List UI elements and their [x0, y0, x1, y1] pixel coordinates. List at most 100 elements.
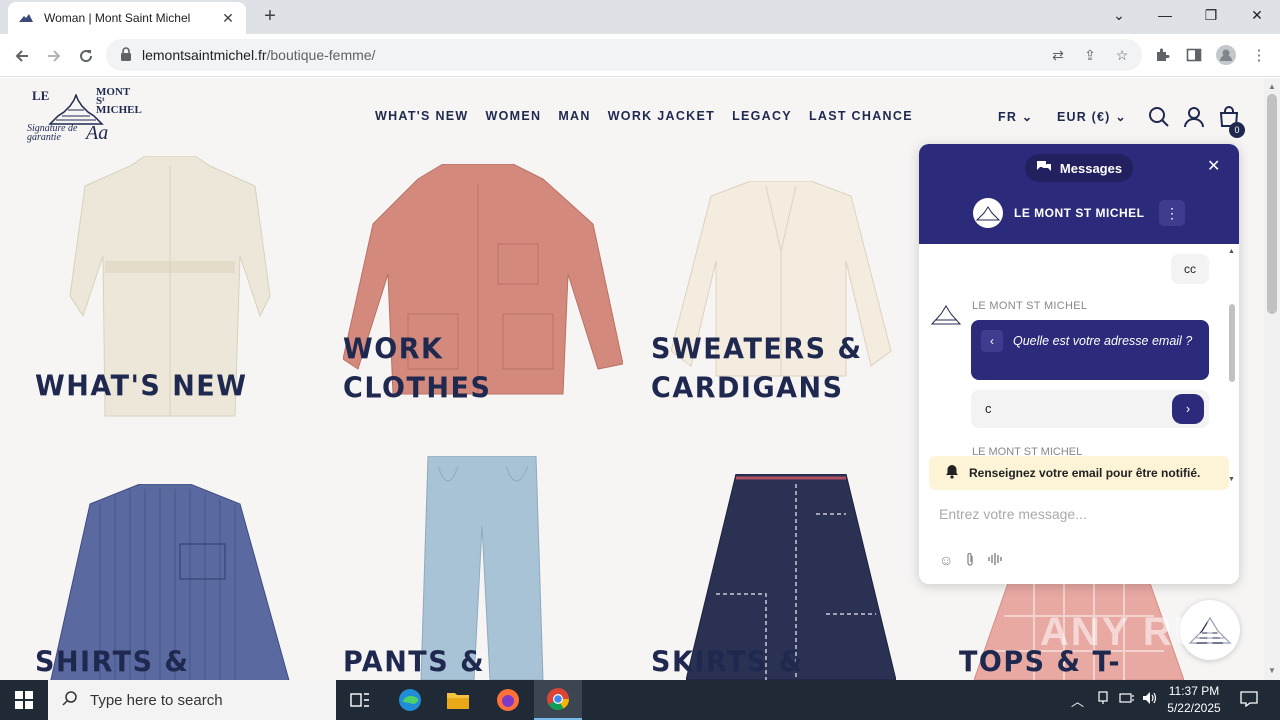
scrollbar-thumb[interactable] [1267, 94, 1277, 314]
chat-scroll-down-icon[interactable]: ▼ [1228, 476, 1235, 483]
category-card-whats-new[interactable]: WHAT'S NEW [30, 156, 310, 426]
page-scrollbar[interactable]: ▲ ▼ [1264, 78, 1280, 680]
start-button[interactable] [0, 680, 48, 720]
system-clock[interactable]: 11:37 PM 5/22/2025 [1160, 683, 1228, 717]
reload-button[interactable] [72, 42, 100, 70]
new-tab-button[interactable]: + [258, 4, 282, 28]
translate-icon[interactable]: ⇄ [1048, 45, 1068, 65]
currency-selector[interactable]: EUR (€) ⌄ [1057, 109, 1127, 124]
category-title-line: SWEATERS & [651, 333, 863, 366]
share-icon[interactable]: ⇪ [1080, 45, 1100, 65]
nav-whats-new[interactable]: WHAT'S NEW [375, 109, 469, 123]
edge-icon[interactable] [386, 680, 434, 720]
file-explorer-icon[interactable] [434, 680, 482, 720]
restore-button[interactable]: ❐ [1188, 0, 1234, 30]
search-icon[interactable] [1148, 106, 1170, 128]
account-icon[interactable] [1183, 106, 1205, 128]
browser-tab[interactable]: Woman | Mont Saint Michel ✕ [8, 2, 246, 34]
chat-scroll-up-icon[interactable]: ▲ [1228, 248, 1235, 255]
tray-overflow-icon[interactable]: ︿ [1071, 691, 1084, 710]
clock-time: 11:37 PM [1168, 684, 1220, 698]
more-options-icon[interactable]: ⋮ [1159, 200, 1185, 226]
category-card-skirts[interactable]: SKIRTS & [646, 456, 926, 680]
chat-brand-name: LE MONT ST MICHEL [1014, 206, 1145, 220]
category-label: SWEATERS & CARDIGANS [651, 330, 863, 408]
menu-icon[interactable]: ⋮ [1248, 44, 1270, 66]
tab-close-icon[interactable]: ✕ [220, 10, 236, 27]
chat-messages: cc LE MONT ST MICHEL Quelle est votre ad… [919, 244, 1239, 484]
chat-scrollbar[interactable]: ▲ ▼ [1227, 248, 1237, 484]
close-window-button[interactable]: ✕ [1234, 0, 1280, 30]
category-card-sweaters-cardigans[interactable]: SWEATERS & CARDIGANS [646, 156, 926, 426]
chevron-down-icon: ⌄ [1115, 110, 1127, 124]
email-reply-value: c [985, 401, 992, 416]
site-header: LE MONT Sᵗ MICHEL Signature de garantie … [0, 78, 1264, 154]
chevron-left-icon[interactable]: ‹ [981, 330, 1003, 352]
send-reply-button[interactable]: › [1172, 394, 1204, 424]
search-icon [62, 690, 78, 711]
logo-mark: Aa [86, 122, 109, 144]
site-logo[interactable]: LE MONT Sᵗ MICHEL Signature de garantie … [26, 86, 142, 148]
close-chat-icon[interactable]: ✕ [1207, 156, 1220, 176]
nav-women[interactable]: WOMEN [486, 109, 542, 123]
address-bar[interactable]: lemontsaintmichel.fr /boutique-femme/ ⇄ … [106, 39, 1142, 71]
emoji-icon[interactable]: ☺ [939, 552, 953, 570]
firefox-icon[interactable] [484, 680, 532, 720]
windows-taskbar: Type here to search ︿ 11:37 PM 5/22/2025 [0, 680, 1280, 720]
taskbar-search[interactable]: Type here to search [48, 680, 336, 720]
user-message-bubble: cc [1171, 254, 1209, 284]
scroll-up-arrow-icon[interactable]: ▲ [1268, 82, 1276, 91]
brand-avatar [973, 198, 1003, 228]
site-favicon-icon [18, 13, 34, 23]
voice-message-icon[interactable] [987, 552, 1003, 570]
tab-search-icon[interactable]: ⌄ [1096, 0, 1142, 30]
category-label: WORK CLOTHES [343, 330, 491, 408]
chat-toolbar: ☺ [939, 552, 1003, 570]
chat-widget: Messages ✕ LE MONT ST MICHEL ⋮ cc LE MON… [919, 144, 1239, 584]
logo-signature-text: Signature de garantie [27, 123, 78, 143]
chrome-icon[interactable] [534, 680, 582, 720]
chat-message-input[interactable]: Entrez votre message... [939, 506, 1087, 522]
category-title-line: CLOTHES [343, 372, 492, 405]
category-title-line: PANTS & [343, 646, 486, 679]
profile-icon[interactable] [1215, 44, 1237, 66]
nav-last-chance[interactable]: LAST CHANCE [809, 109, 913, 123]
bot-question-text: Quelle est votre adresse email ? [1013, 334, 1193, 348]
category-card-work-clothes[interactable]: WORK CLOTHES [338, 156, 623, 426]
category-label: SKIRTS & [651, 643, 804, 680]
notify-banner: Renseignez votre email pour être notifié… [929, 456, 1229, 490]
back-button[interactable] [8, 42, 36, 70]
category-title-line: CARDIGANS [651, 372, 844, 405]
chat-scrollbar-thumb[interactable] [1229, 304, 1235, 382]
nav-work-jacket[interactable]: WORK JACKET [608, 109, 715, 123]
attachment-icon[interactable] [965, 552, 975, 570]
notify-text: Renseignez votre email pour être notifié… [969, 466, 1201, 480]
category-title-line: SHIRTS & [35, 646, 190, 679]
email-reply-field[interactable]: c › [971, 390, 1209, 428]
category-card-shirts[interactable]: SHIRTS & [30, 456, 310, 680]
messages-pill[interactable]: Messages [1025, 154, 1133, 182]
side-panel-icon[interactable] [1183, 44, 1205, 66]
volume-icon[interactable] [1142, 691, 1158, 708]
scroll-down-arrow-icon[interactable]: ▼ [1268, 666, 1276, 675]
language-selector[interactable]: FR ⌄ [998, 109, 1033, 124]
bot-message-bubble: Quelle est votre adresse email ? ‹ [971, 320, 1209, 380]
lock-icon[interactable] [120, 46, 134, 64]
wifi-icon[interactable] [1119, 691, 1135, 708]
category-label: WHAT'S NEW [35, 367, 248, 406]
clock-date: 5/22/2025 [1167, 701, 1221, 715]
nav-man[interactable]: MAN [558, 109, 590, 123]
bookmark-star-icon[interactable]: ☆ [1112, 45, 1132, 65]
minimize-button[interactable]: — [1142, 0, 1188, 30]
network-adapter-icon[interactable] [1096, 691, 1110, 708]
category-title-line: WHAT'S NEW [35, 370, 248, 403]
extensions-icon[interactable] [1151, 44, 1173, 66]
chevron-down-icon: ⌄ [1021, 110, 1034, 124]
category-card-pants[interactable]: PANTS & [338, 456, 618, 680]
chat-bubbles-icon [1036, 160, 1052, 176]
forward-button[interactable] [40, 42, 68, 70]
notifications-icon[interactable] [1240, 691, 1258, 710]
task-view-icon[interactable] [336, 680, 384, 720]
category-label: SHIRTS & [35, 643, 189, 680]
nav-legacy[interactable]: LEGACY [732, 109, 792, 123]
